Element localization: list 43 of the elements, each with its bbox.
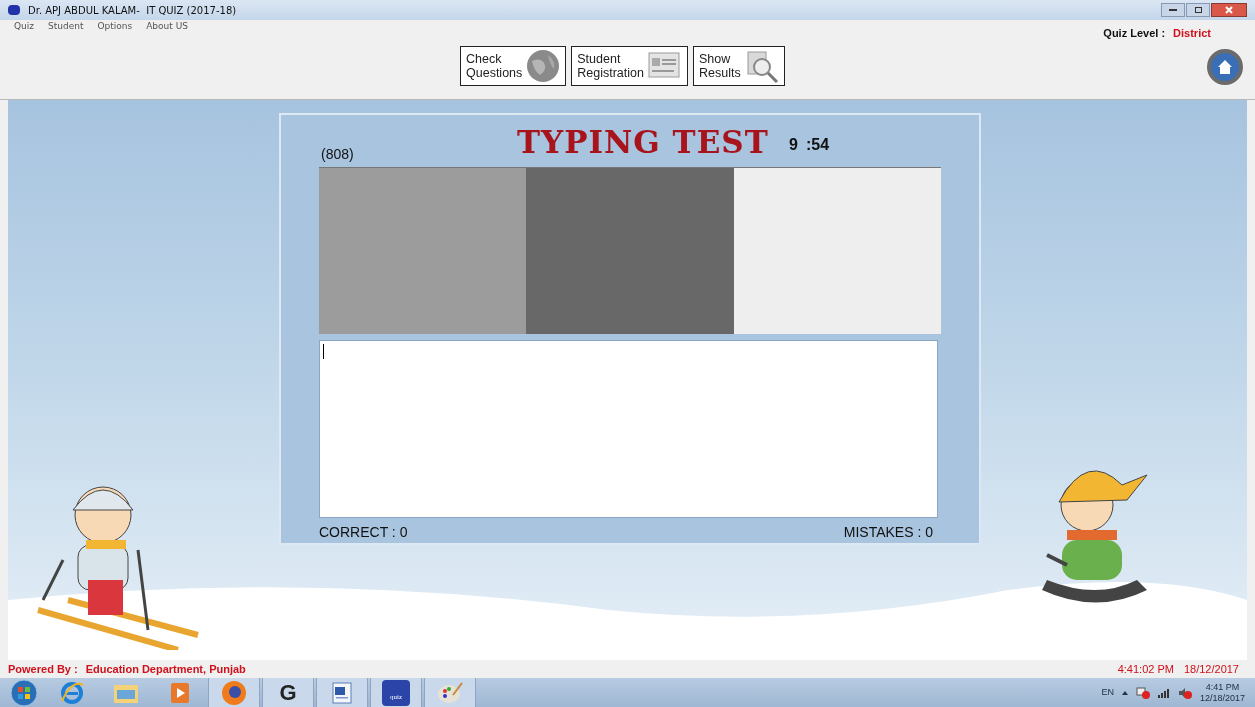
question-count: (808) [321, 144, 354, 164]
start-icon[interactable] [10, 678, 38, 707]
form-icon [648, 50, 682, 81]
test-title: TYPING TEST [517, 123, 769, 162]
text-cursor [323, 343, 324, 359]
globe-icon [526, 48, 561, 83]
speaker-icon[interactable] [1177, 686, 1192, 699]
app-icon [8, 5, 20, 15]
fox-globe-icon[interactable] [221, 679, 247, 706]
quiz-level-label: Quiz Level : [1103, 25, 1166, 41]
magnifier-icon [744, 48, 779, 83]
powered-by-label: Powered By : [8, 661, 78, 677]
close-icon [1225, 6, 1233, 14]
correct-count: CORRECT : 0 [319, 523, 408, 542]
play-icon[interactable] [170, 681, 190, 704]
toolbar-button[interactable]: Student Registration [571, 45, 688, 86]
taskbar-date[interactable]: 12/18/2017 [1199, 692, 1245, 704]
status-date: 18/12/2017 [1183, 661, 1239, 677]
home-button[interactable] [1207, 48, 1243, 85]
close-button[interactable] [1211, 3, 1247, 17]
flag-icon[interactable] [1135, 686, 1150, 699]
restore-button[interactable] [1186, 3, 1210, 17]
timer-minutes: 9 [789, 135, 798, 155]
taskbar-time[interactable]: 4:41 PM [1205, 681, 1240, 693]
menu-item[interactable]: Student [48, 20, 84, 34]
minimize-button[interactable] [1161, 3, 1185, 17]
status-time: 4:41:02 PM [1117, 661, 1174, 677]
palette-icon[interactable] [437, 680, 463, 705]
caret-up-icon[interactable] [1121, 690, 1128, 695]
language-indicator[interactable]: EN [1101, 685, 1114, 700]
quiz-level-value: District [1173, 25, 1211, 41]
organization-name: Education Department, Punjab [85, 661, 246, 677]
timer-seconds: :54 [805, 135, 830, 155]
home-icon [1217, 58, 1233, 75]
menu-item[interactable]: Options [97, 20, 133, 34]
document-icon[interactable] [330, 680, 354, 705]
toolbar-button[interactable]: Check Questions [460, 45, 567, 86]
window-title: Dr. APJ ABDUL KALAM- IT QUIZ (2017-18) [28, 3, 237, 18]
menu-item[interactable]: About US [146, 20, 188, 34]
signal-icon[interactable] [1157, 687, 1170, 698]
menu-item[interactable]: Quiz [14, 20, 34, 34]
mistakes-count: MISTAKES : 0 [843, 523, 933, 542]
toolbar-button[interactable]: Show Results [693, 45, 785, 86]
